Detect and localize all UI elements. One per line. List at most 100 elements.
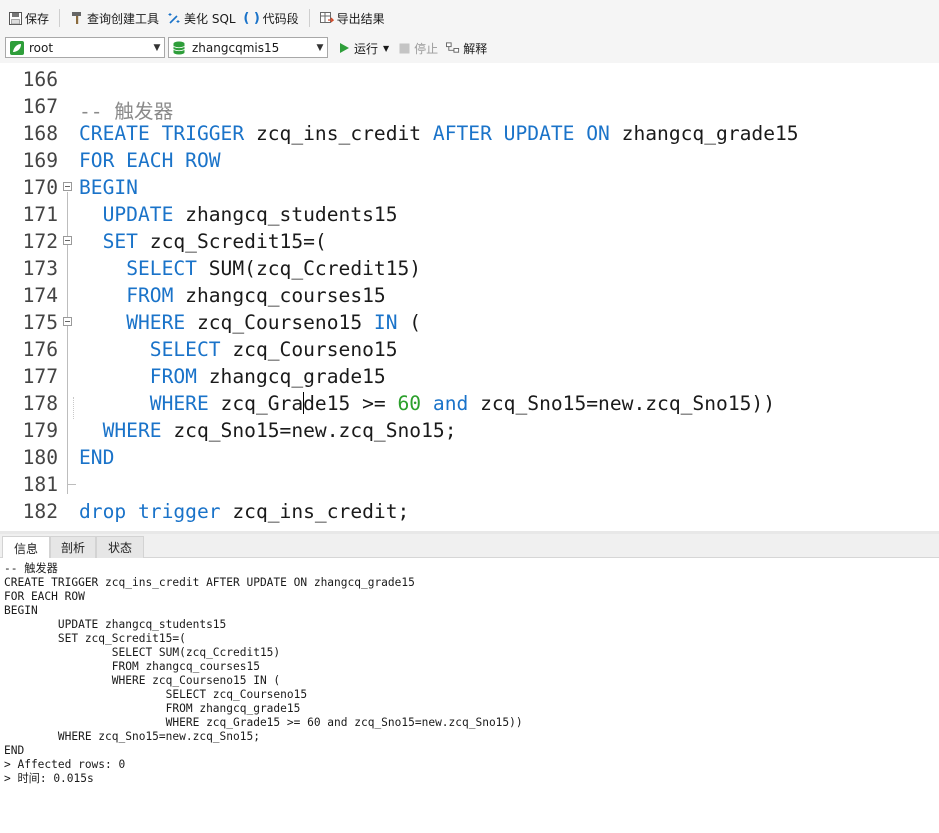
- export-results-label: 导出结果: [336, 11, 385, 26]
- code-line: 179 WHERE zcq_Sno15=new.zcq_Sno15;: [0, 416, 939, 443]
- hammer-icon: [70, 11, 84, 25]
- fold-end-marker: [67, 470, 76, 485]
- fold-toggle[interactable]: [63, 182, 72, 191]
- code-text: FROM zhangcq_courses15: [126, 284, 386, 307]
- output-line: END: [4, 744, 25, 757]
- line-number: 174: [22, 284, 58, 307]
- leaf-icon: [10, 40, 24, 55]
- database-value: zhangcqmis15: [192, 40, 280, 55]
- code-line: 169 FOR EACH ROW: [0, 146, 939, 173]
- export-table-icon: [319, 11, 334, 25]
- fold-toggle[interactable]: [63, 236, 72, 245]
- result-tabs: 信息 剖析 状态: [0, 534, 939, 559]
- toolbar-divider: [308, 9, 310, 27]
- output-line: FROM zhangcq_grade15: [4, 702, 301, 715]
- fold-toggle[interactable]: [63, 317, 72, 326]
- query-builder-label: 查询创建工具: [87, 11, 160, 26]
- code-snippet-label: 代码段: [262, 11, 299, 26]
- run-dropdown-icon[interactable]: ▼: [383, 44, 389, 53]
- database-select[interactable]: zhangcqmis15 ▼: [168, 37, 328, 58]
- query-builder-button[interactable]: 查询创建工具: [66, 6, 163, 30]
- output-line: UPDATE zhangcq_students15: [4, 618, 227, 631]
- line-number: 173: [22, 257, 58, 280]
- code-text: drop trigger zcq_ins_credit;: [79, 500, 410, 523]
- output-line: WHERE zcq_Grade15 >= 60 and zcq_Sno15=ne…: [4, 716, 523, 729]
- code-text: WHERE zcq_Grade15 >= 60 and zcq_Sno15=ne…: [149, 392, 776, 415]
- stop-label: 停止: [414, 41, 439, 56]
- line-number: 181: [22, 473, 58, 496]
- code-snippet-button[interactable]: ( ) 代码段: [240, 6, 303, 30]
- database-icon: [173, 41, 187, 55]
- sql-editor[interactable]: 166 167 -- 触发器 168 CREATE TRIGGER zcq_in…: [0, 63, 939, 531]
- code-line: 180 END: [0, 443, 939, 470]
- line-number: 176: [22, 338, 58, 361]
- code-line: 174 FROM zhangcq_courses15: [0, 281, 939, 308]
- line-number: 182: [22, 500, 58, 523]
- main-toolbar: 保存 查询创建工具 美化 SQL ( ) 代码段 导出结果: [0, 0, 939, 36]
- line-number: 168: [22, 122, 58, 145]
- tab-info[interactable]: 信息: [2, 536, 50, 559]
- line-number: 169: [22, 149, 58, 172]
- code-text: CREATE TRIGGER zcq_ins_credit AFTER UPDA…: [79, 122, 799, 145]
- beautify-sql-button[interactable]: 美化 SQL: [163, 6, 240, 30]
- affected-rows-line: > Affected rows: 0: [4, 758, 126, 771]
- chevron-down-icon: ▼: [316, 42, 324, 53]
- code-line: 182 drop trigger zcq_ins_credit;: [0, 497, 939, 524]
- code-text: SELECT zcq_Courseno15: [149, 338, 398, 361]
- code-text: BEGIN: [79, 176, 138, 199]
- line-number: 170: [22, 176, 58, 199]
- line-number: 171: [22, 203, 58, 226]
- code-text: END: [79, 446, 115, 469]
- output-line: CREATE TRIGGER zcq_ins_credit AFTER UPDA…: [4, 576, 415, 589]
- explain-label: 解释: [463, 41, 488, 56]
- output-line: FROM zhangcq_courses15: [4, 660, 260, 673]
- code-text: SET zcq_Scredit15=(: [102, 230, 327, 253]
- output-line: SELECT zcq_Courseno15: [4, 688, 308, 701]
- text-cursor: [302, 392, 304, 414]
- stop-icon: [397, 41, 411, 55]
- code-line: 171 UPDATE zhangcq_students15: [0, 200, 939, 227]
- connection-select[interactable]: root ▼: [5, 37, 165, 58]
- code-text: FROM zhangcq_grade15: [149, 365, 386, 388]
- line-number: 172: [22, 230, 58, 253]
- tab-profile[interactable]: 剖析: [50, 536, 96, 558]
- code-line: 167 -- 触发器: [0, 92, 939, 123]
- tab-status[interactable]: 状态: [96, 536, 144, 558]
- output-line: FOR EACH ROW: [4, 590, 85, 603]
- save-icon: [8, 11, 22, 25]
- output-line: BEGIN: [4, 604, 38, 617]
- code-line: 166: [0, 65, 939, 92]
- output-line: WHERE zcq_Courseno15 IN (: [4, 674, 281, 687]
- output-line: -- 触发器: [4, 562, 58, 575]
- code-line: 172 SET zcq_Scredit15=(: [0, 227, 939, 254]
- line-number: 177: [22, 365, 58, 388]
- code-text: FOR EACH ROW: [79, 149, 221, 172]
- beautify-sql-label: 美化 SQL: [184, 11, 236, 26]
- line-number: 179: [22, 419, 58, 442]
- message-output: -- 触发器 CREATE TRIGGER zcq_ins_credit AFT…: [0, 558, 939, 833]
- explain-button[interactable]: 解释: [443, 36, 490, 60]
- connection-value: root: [29, 40, 54, 55]
- code-text: WHERE zcq_Courseno15 IN (: [126, 311, 422, 334]
- code-text: SELECT SUM(zcq_Ccredit15): [126, 257, 422, 280]
- magic-wand-icon: [167, 11, 181, 25]
- run-button[interactable]: 运行 ▼: [334, 36, 392, 60]
- parentheses-icon: ( ): [243, 10, 260, 26]
- code-line: 173 SELECT SUM(zcq_Ccredit15): [0, 254, 939, 281]
- code-line: 181: [0, 470, 939, 497]
- connection-toolbar: root ▼ zhangcqmis15 ▼ 运行 ▼ 停止 解释: [0, 36, 939, 63]
- line-number: 178: [22, 392, 58, 415]
- chevron-down-icon: ▼: [153, 42, 161, 53]
- code-line: 170 BEGIN: [0, 173, 939, 200]
- code-text: UPDATE zhangcq_students15: [102, 203, 398, 226]
- run-controls: 运行 ▼ 停止 解释: [334, 38, 490, 58]
- toolbar-divider: [59, 9, 61, 27]
- export-results-button[interactable]: 导出结果: [316, 6, 389, 30]
- save-button[interactable]: 保存: [4, 6, 53, 30]
- run-label: 运行: [354, 41, 379, 56]
- stop-button[interactable]: 停止: [394, 36, 441, 60]
- save-label: 保存: [25, 11, 50, 26]
- play-icon: [337, 41, 351, 55]
- line-number: 167: [22, 95, 58, 118]
- line-number: 175: [22, 311, 58, 334]
